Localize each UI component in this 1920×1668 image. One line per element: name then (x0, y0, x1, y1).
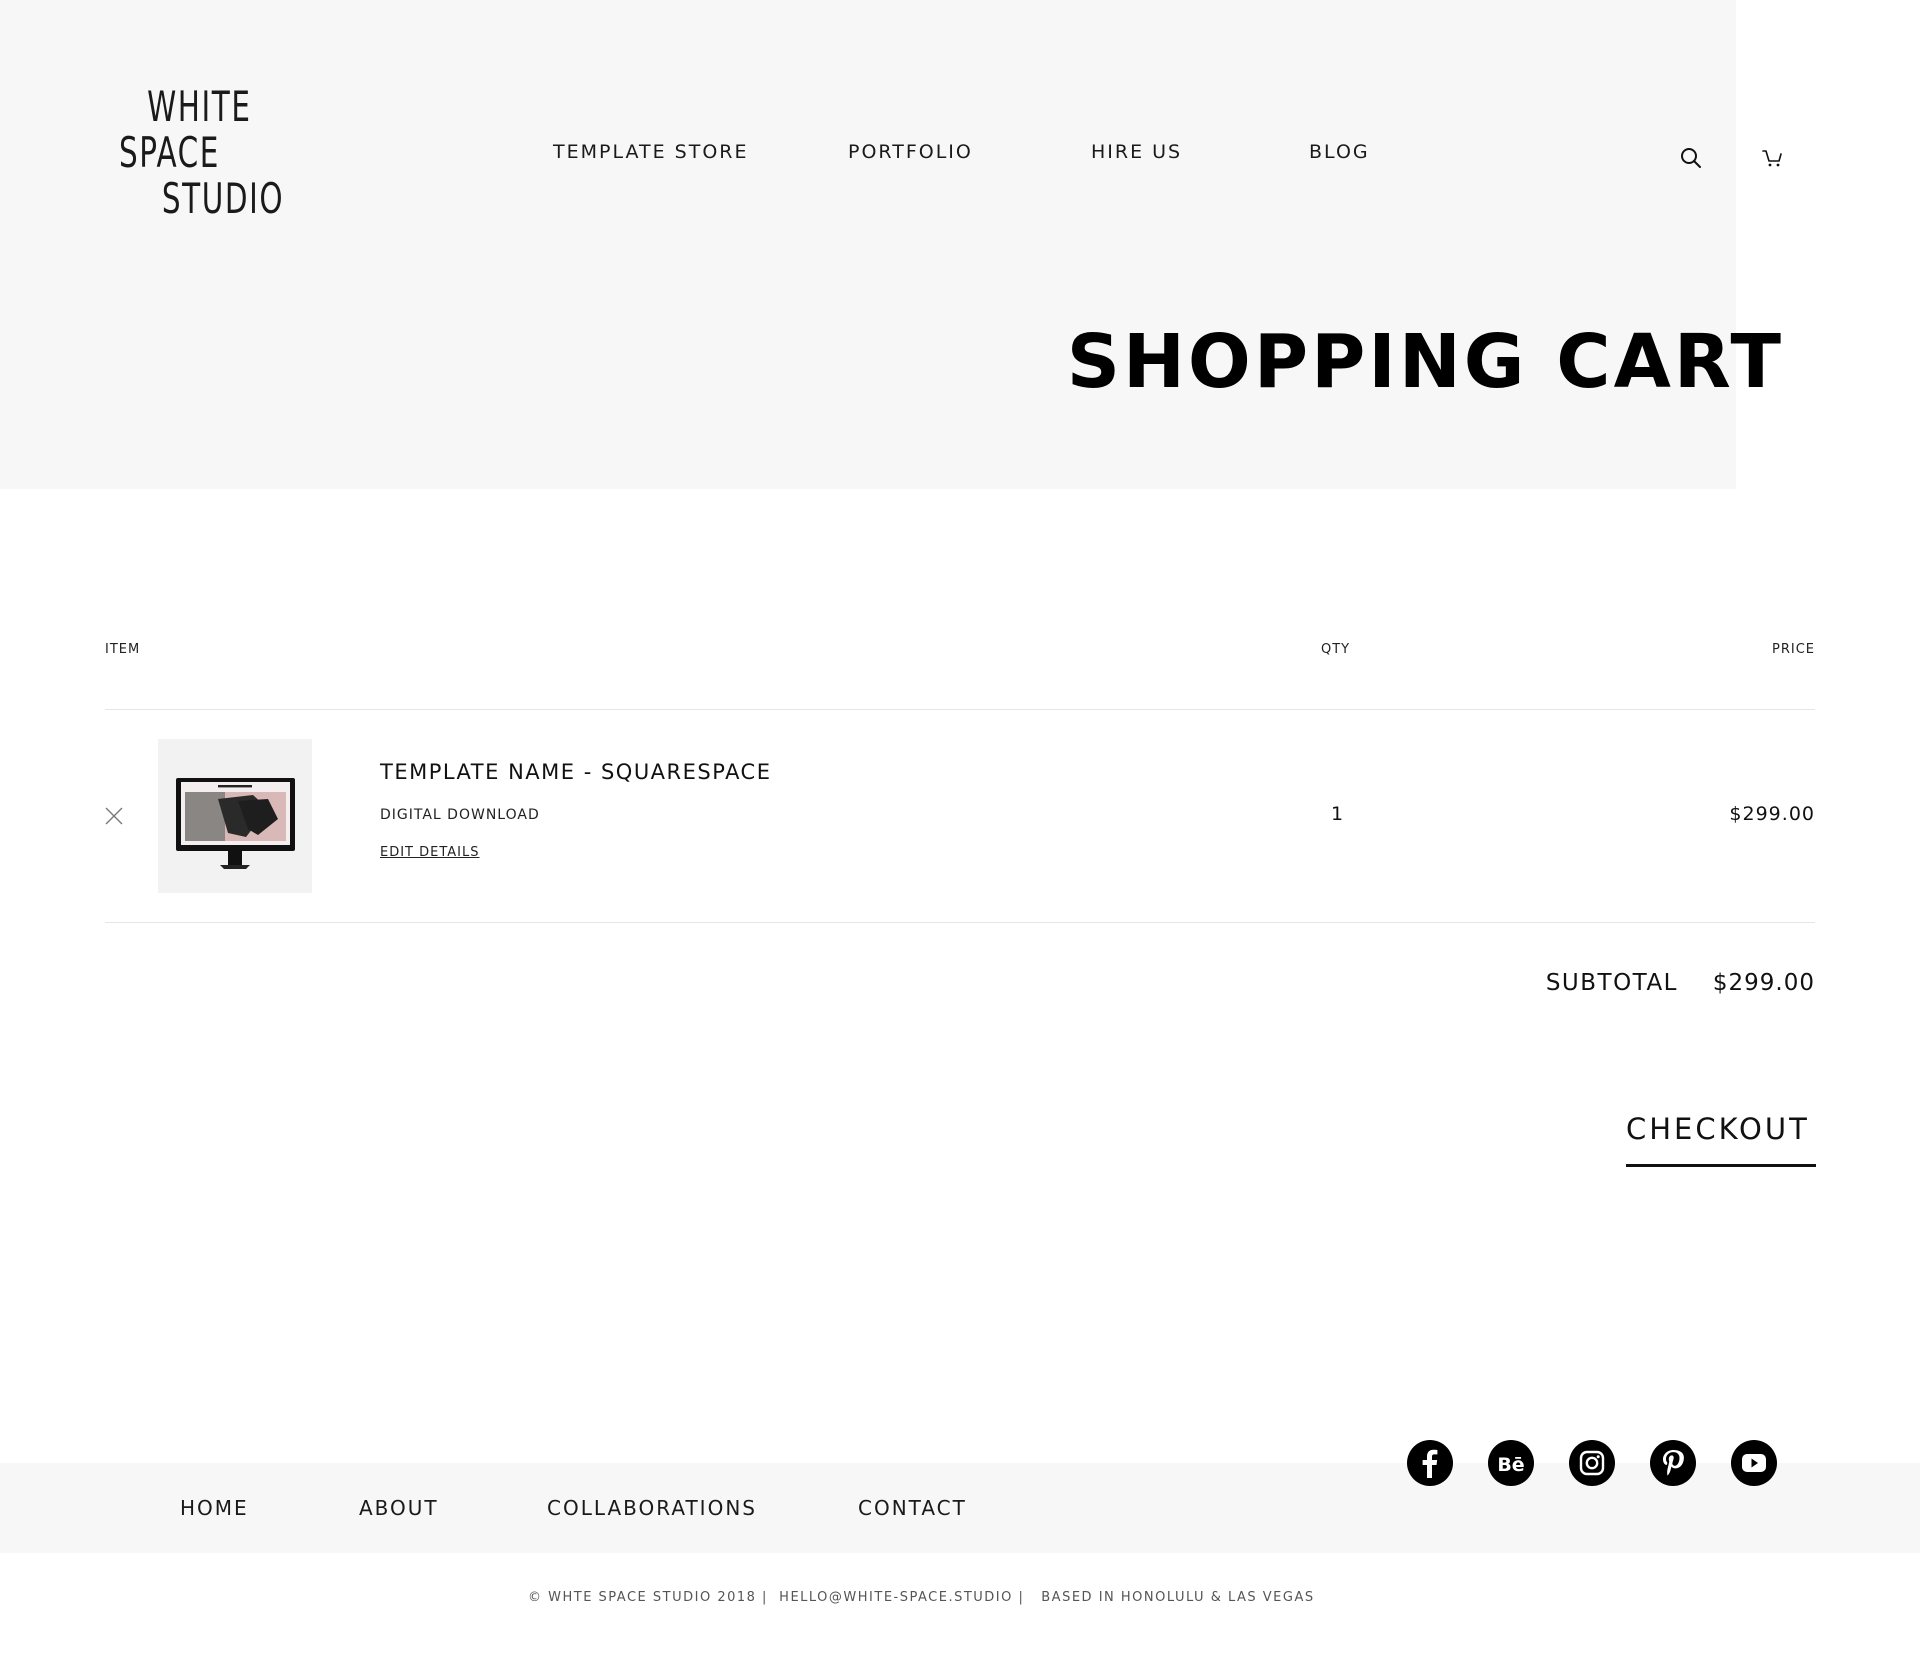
checkout-button[interactable]: CHECKOUT (1626, 1112, 1816, 1167)
item-price: $299.00 (1729, 803, 1815, 825)
table-divider-bottom (105, 922, 1815, 923)
subtotal-value: $299.00 (1712, 970, 1815, 996)
logo-line-1: WHITE (147, 82, 252, 131)
item-name: TEMPLATE NAME - SQUARESPACE (380, 760, 772, 784)
product-thumbnail[interactable] (158, 739, 312, 893)
youtube-icon[interactable] (1731, 1440, 1777, 1486)
remove-item-icon[interactable] (104, 806, 124, 826)
page-title: SHOPPING CART (1066, 319, 1784, 405)
copyright-text: © WHTE SPACE STUDIO 2018 | HELLO@WHITE-S… (528, 1590, 1315, 1605)
item-quantity: 1 (1331, 803, 1344, 825)
behance-icon[interactable]: Bē (1488, 1440, 1534, 1486)
search-icon[interactable] (1679, 146, 1703, 170)
footer-nav-about[interactable]: ABOUT (359, 1496, 439, 1520)
instagram-icon[interactable] (1569, 1440, 1615, 1486)
facebook-icon[interactable] (1407, 1440, 1453, 1486)
monitor-image (176, 778, 295, 869)
column-header-qty: QTY (1321, 642, 1351, 657)
nav-template-store[interactable]: TEMPLATE STORE (553, 141, 748, 163)
edit-details-link[interactable]: EDIT DETAILS (380, 845, 480, 860)
column-header-item: ITEM (105, 642, 141, 657)
footer-nav-home[interactable]: HOME (180, 1496, 249, 1520)
site-logo[interactable]: WHITE SPACE STUDIO (119, 82, 285, 224)
logo-line-2: SPACE (119, 128, 220, 177)
nav-portfolio[interactable]: PORTFOLIO (848, 141, 973, 163)
pinterest-icon[interactable] (1650, 1440, 1696, 1486)
column-header-price: PRICE (1772, 642, 1815, 657)
footer-nav-contact[interactable]: CONTACT (858, 1496, 967, 1520)
logo-line-3: STUDIO (161, 174, 285, 223)
table-divider-top (105, 709, 1815, 710)
footer-nav-collaborations[interactable]: COLLABORATIONS (547, 1496, 757, 1520)
nav-hire-us[interactable]: HIRE US (1091, 141, 1182, 163)
cart-icon[interactable] (1761, 146, 1785, 170)
hero-banner (0, 0, 1736, 489)
subtotal-label: SUBTOTAL (1545, 970, 1678, 996)
nav-blog[interactable]: BLOG (1309, 141, 1370, 163)
svg-text:Bē: Bē (1497, 1454, 1524, 1476)
item-type: DIGITAL DOWNLOAD (380, 807, 540, 823)
